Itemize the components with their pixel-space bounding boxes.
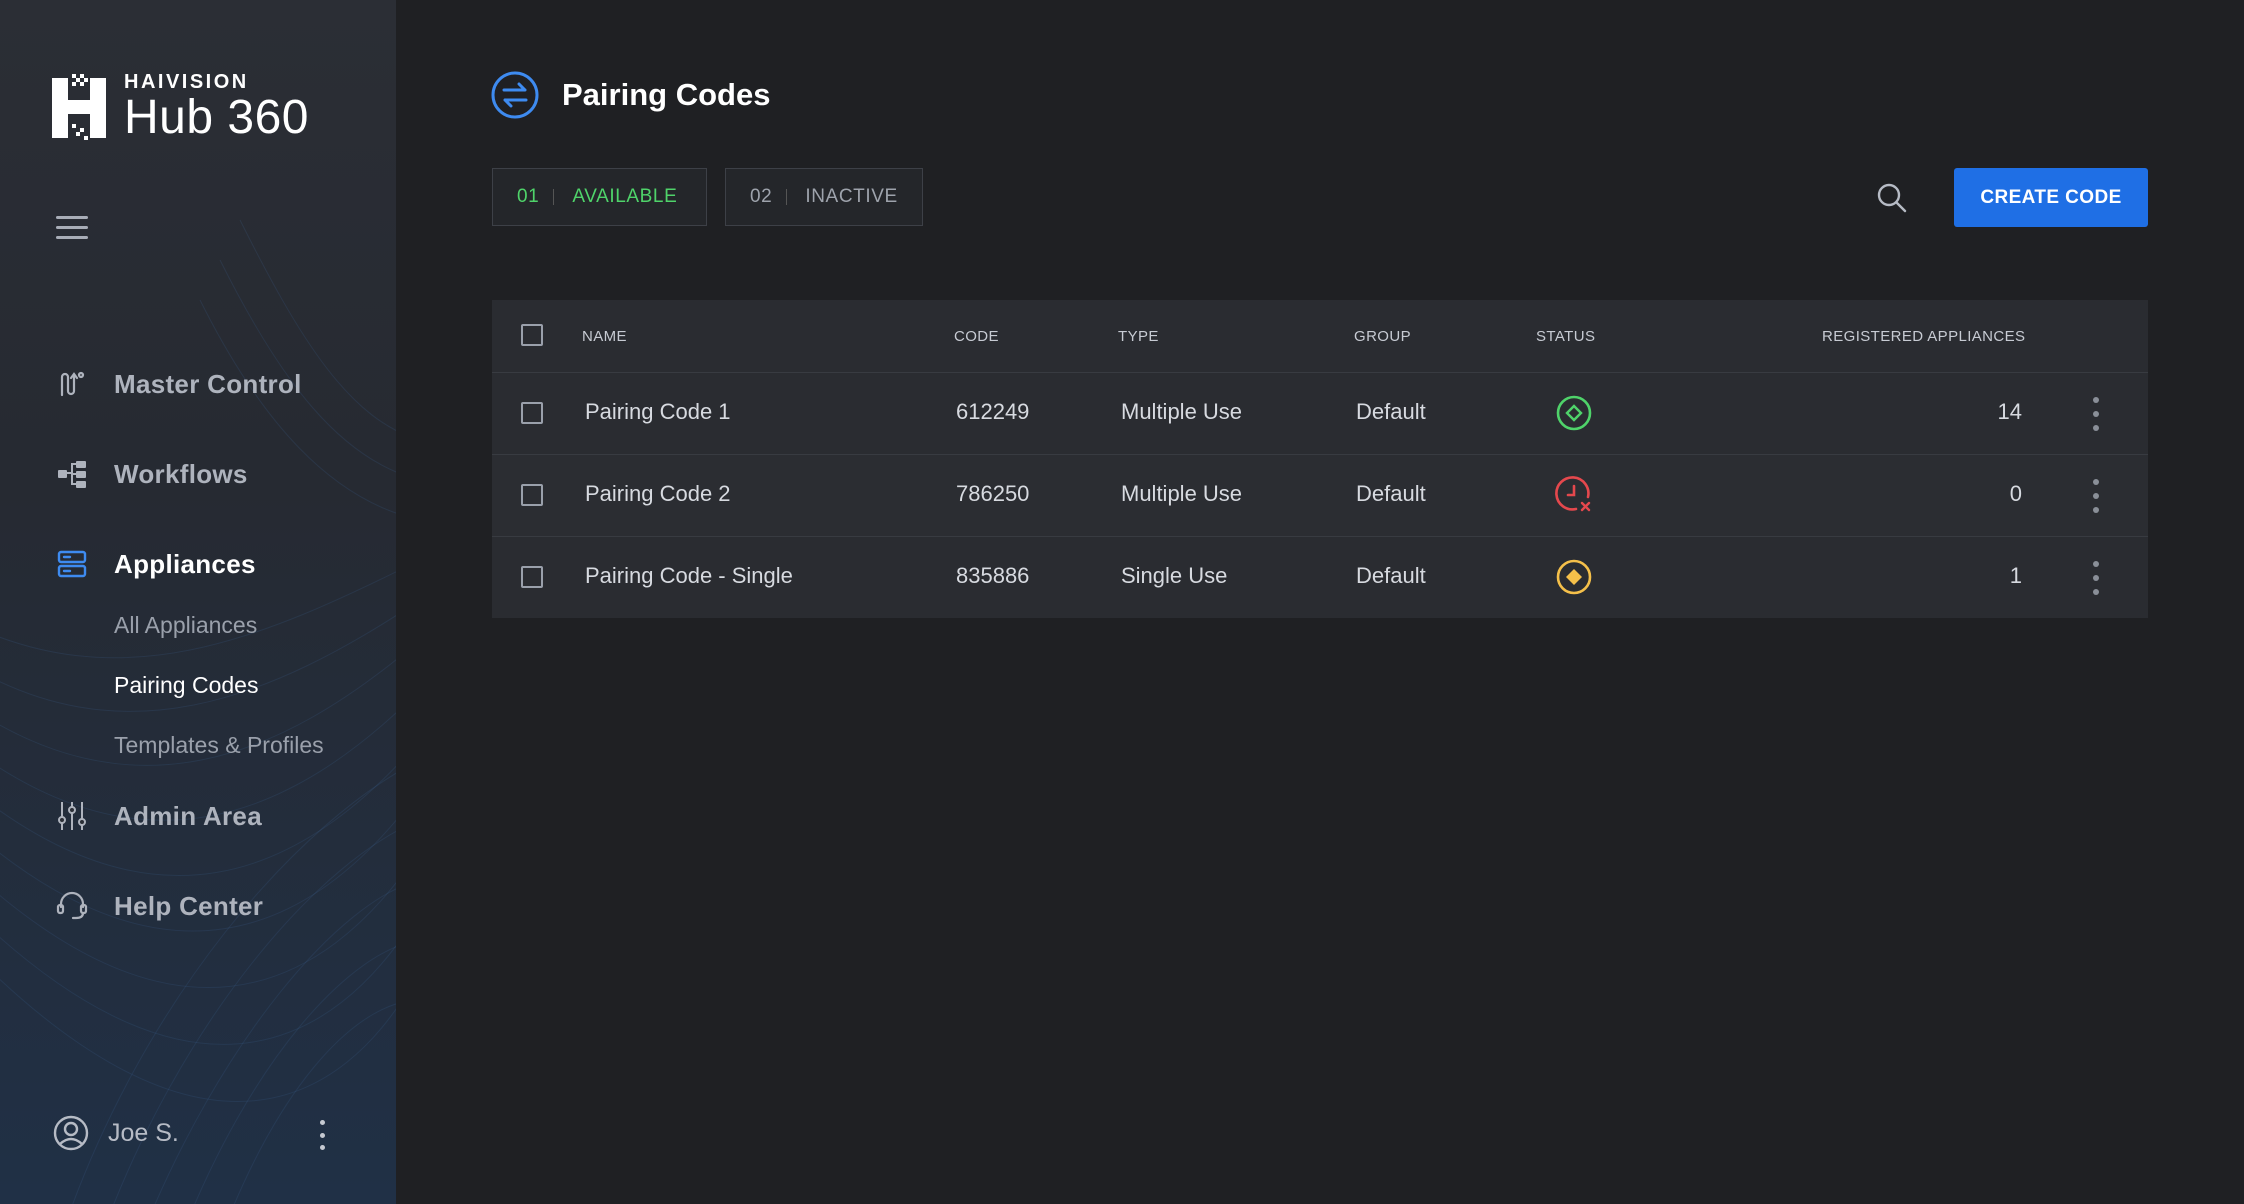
haivision-h-logo-icon (52, 74, 106, 140)
sidebar-wave-decoration (0, 219, 396, 1204)
cell-group: Default (1356, 399, 1426, 424)
row-more-menu-icon[interactable] (2086, 561, 2106, 595)
select-all-checkbox[interactable] (521, 324, 543, 346)
nav-appliances[interactable]: Appliances (56, 548, 256, 580)
pairing-codes-table: NAME CODE TYPE GROUP STATUS REGISTERED A… (492, 300, 2148, 618)
cell-type: Multiple Use (1121, 399, 1243, 424)
cell-group: Default (1356, 481, 1426, 506)
nav-help-center[interactable]: Help Center (56, 890, 263, 922)
cell-code: 786250 (956, 481, 1030, 506)
column-header-status[interactable]: STATUS (1536, 328, 1595, 345)
tab-label: AVAILABLE (572, 186, 678, 207)
cell-registered-appliances: 14 (1997, 399, 2022, 424)
tab-count: 01 (517, 186, 540, 207)
tab-label: INACTIVE (805, 186, 898, 207)
table-header: NAME CODE TYPE GROUP STATUS REGISTERED A… (492, 300, 2148, 372)
create-code-button[interactable]: CREATE CODE (1954, 168, 2148, 227)
workflows-icon (56, 458, 88, 490)
tab-inactive[interactable]: 02 INACTIVE (725, 168, 923, 226)
haivision-logo[interactable]: HAIVISION Hub 360 (52, 72, 309, 142)
cell-name[interactable]: Pairing Code 2 (585, 481, 731, 507)
user-avatar-icon (53, 1115, 89, 1151)
nav-label: Master Control (114, 368, 302, 399)
column-header-type[interactable]: TYPE (1118, 328, 1159, 345)
user-more-menu-icon[interactable] (310, 1120, 334, 1150)
hamburger-menu-icon[interactable] (56, 216, 88, 242)
cell-type: Multiple Use (1121, 481, 1243, 506)
table-row[interactable]: Pairing Code 2 786250 Multiple Use Defau… (492, 454, 2148, 536)
row-checkbox[interactable] (521, 566, 543, 588)
cell-registered-appliances: 1 (2009, 563, 2022, 588)
user-profile[interactable]: Joe S. (52, 1114, 179, 1152)
subnav-templates-profiles[interactable]: Templates & Profiles (114, 732, 324, 759)
search-icon[interactable] (1876, 182, 1908, 214)
nav-label: Admin Area (114, 800, 262, 831)
logo-product: Hub 360 (124, 91, 309, 144)
nav-master-control[interactable]: Master Control (56, 368, 302, 400)
column-header-group[interactable]: GROUP (1354, 328, 1411, 345)
column-header-code[interactable]: CODE (954, 328, 999, 345)
row-more-menu-icon[interactable] (2086, 479, 2106, 513)
appliances-icon (56, 548, 88, 580)
row-checkbox[interactable] (521, 402, 543, 424)
status-single-use-icon (1556, 559, 1592, 595)
cell-type: Single Use (1121, 563, 1228, 588)
sidebar: HAIVISION Hub 360 Master Control Workflo… (0, 0, 396, 1204)
nav-label: Help Center (114, 890, 264, 921)
row-checkbox[interactable] (521, 484, 543, 506)
cell-code: 835886 (956, 563, 1030, 588)
tab-count: 02 (750, 186, 773, 207)
pairing-codes-icon (491, 71, 539, 119)
column-header-registered-appliances[interactable]: REGISTERED APPLIANCES (1822, 328, 2025, 345)
nav-label: Appliances (114, 548, 256, 579)
nav-workflows[interactable]: Workflows (56, 458, 248, 490)
user-name: Joe S. (108, 1118, 179, 1147)
table-row[interactable]: Pairing Code 1 612249 Multiple Use Defau… (492, 372, 2148, 454)
cell-group: Default (1356, 563, 1426, 588)
cell-registered-appliances: 0 (2009, 481, 2022, 506)
status-expired-clock-icon (1555, 476, 1591, 512)
nav-label: Workflows (114, 458, 248, 489)
row-more-menu-icon[interactable] (2086, 397, 2106, 431)
cell-name[interactable]: Pairing Code - Single (585, 563, 793, 589)
page-header: Pairing Codes (490, 70, 770, 120)
cell-name[interactable]: Pairing Code 1 (585, 399, 731, 425)
sliders-icon (56, 800, 88, 832)
logo-brand: HAIVISION (124, 71, 249, 93)
page-title: Pairing Codes (562, 77, 771, 112)
status-active-icon (1556, 395, 1592, 431)
nav-admin-area[interactable]: Admin Area (56, 800, 262, 832)
tab-available[interactable]: 01 AVAILABLE (492, 168, 707, 226)
headset-icon (56, 890, 88, 922)
column-header-name[interactable]: NAME (582, 328, 627, 345)
subnav-pairing-codes[interactable]: Pairing Codes (114, 672, 258, 699)
subnav-all-appliances[interactable]: All Appliances (114, 612, 257, 639)
logo-wordmark: HAIVISION Hub 360 (124, 72, 309, 142)
table-row[interactable]: Pairing Code - Single 835886 Single Use … (492, 536, 2148, 618)
master-control-icon (56, 368, 88, 400)
cell-code: 612249 (956, 399, 1030, 424)
